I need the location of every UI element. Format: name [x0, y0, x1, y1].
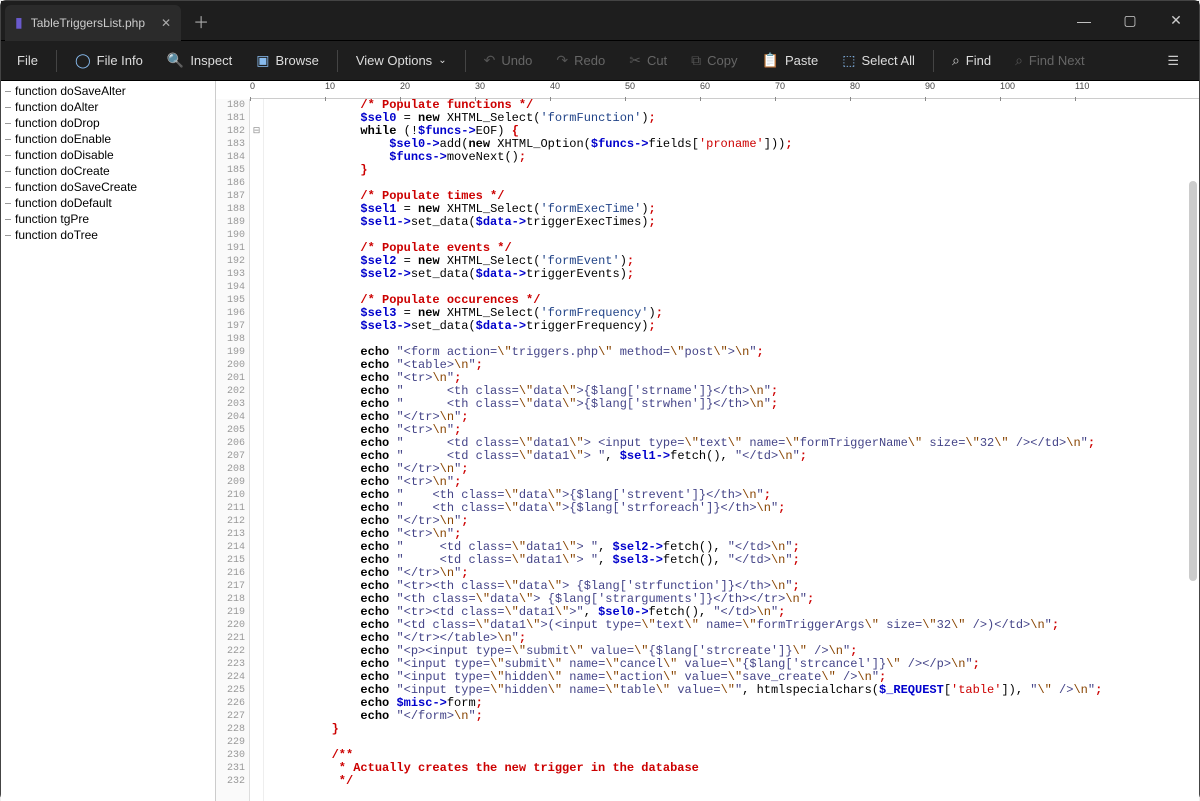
code-editor[interactable]: 1801811821831841851861871881891901911921…	[216, 99, 1199, 801]
outline-item[interactable]: function doCreate	[1, 163, 215, 179]
cut-icon: ✂	[629, 52, 641, 69]
find-next-button[interactable]: ⌕Find Next	[1005, 48, 1094, 73]
close-window-button[interactable]: ✕	[1153, 1, 1199, 41]
line-gutter: 1801811821831841851861871881891901911921…	[216, 99, 250, 801]
inspect-icon: 🔍	[167, 52, 184, 69]
file-menu[interactable]: File	[7, 49, 48, 72]
find-button[interactable]: ⌕Find	[942, 48, 1001, 73]
copy-icon: ⧉	[691, 52, 701, 69]
outline-item[interactable]: function doSaveAlter	[1, 83, 215, 99]
main-area: function doSaveAlterfunction doAlterfunc…	[1, 81, 1199, 801]
find-next-icon: ⌕	[1015, 52, 1023, 69]
outline-item[interactable]: function doDefault	[1, 195, 215, 211]
maximize-button[interactable]: ▢	[1107, 1, 1153, 41]
vertical-scrollbar[interactable]	[1189, 181, 1197, 581]
undo-icon: ↶	[484, 52, 496, 69]
outline-item[interactable]: function doSaveCreate	[1, 179, 215, 195]
search-icon: ⌕	[952, 52, 960, 69]
inspect-button[interactable]: 🔍Inspect	[157, 48, 242, 73]
undo-button[interactable]: ↶Undo	[474, 48, 543, 73]
window-controls: — ▢ ✕	[1061, 1, 1199, 41]
file-icon: ▮	[15, 14, 23, 31]
outline-item[interactable]: function doDrop	[1, 115, 215, 131]
toolbar: File ◯File Info 🔍Inspect ▣Browse View Op…	[1, 41, 1199, 81]
file-info-button[interactable]: ◯File Info	[65, 48, 153, 73]
redo-icon: ↷	[556, 52, 568, 69]
new-tab-button[interactable]: ＋	[193, 9, 209, 33]
title-bar: ▮ TableTriggersList.php ✕ ＋ — ▢ ✕	[1, 1, 1199, 41]
ruler: 0102030405060708090100110	[250, 81, 1199, 99]
outline-item[interactable]: function doAlter	[1, 99, 215, 115]
select-all-button[interactable]: ⬚Select All	[832, 48, 925, 73]
outline-item[interactable]: function tgPre	[1, 211, 215, 227]
outline-item[interactable]: function doEnable	[1, 131, 215, 147]
browse-button[interactable]: ▣Browse	[246, 48, 329, 73]
outline-sidebar[interactable]: function doSaveAlterfunction doAlterfunc…	[1, 81, 216, 801]
tab-title: TableTriggersList.php	[31, 16, 145, 30]
fold-column[interactable]: ⊟	[250, 99, 264, 801]
minimize-button[interactable]: —	[1061, 1, 1107, 41]
editor-tab[interactable]: ▮ TableTriggersList.php ✕	[5, 5, 181, 41]
info-icon: ◯	[75, 52, 91, 69]
paste-button[interactable]: 📋Paste	[752, 48, 829, 73]
outline-item[interactable]: function doDisable	[1, 147, 215, 163]
code-content[interactable]: /* Populate functions */ $sel0 = new XHT…	[264, 99, 1199, 801]
paste-icon: 📋	[762, 52, 779, 69]
select-all-icon: ⬚	[842, 52, 855, 69]
browse-icon: ▣	[256, 52, 269, 69]
hamburger-menu[interactable]: ☰	[1153, 49, 1193, 73]
copy-button[interactable]: ⧉Copy	[681, 48, 747, 73]
chevron-down-icon: ⌄	[438, 55, 446, 66]
outline-item[interactable]: function doTree	[1, 227, 215, 243]
redo-button[interactable]: ↷Redo	[546, 48, 615, 73]
view-options-menu[interactable]: View Options ⌄	[346, 49, 457, 72]
close-tab-icon[interactable]: ✕	[161, 16, 171, 30]
editor-area: 0102030405060708090100110 18018118218318…	[216, 81, 1199, 801]
cut-button[interactable]: ✂Cut	[619, 48, 677, 73]
